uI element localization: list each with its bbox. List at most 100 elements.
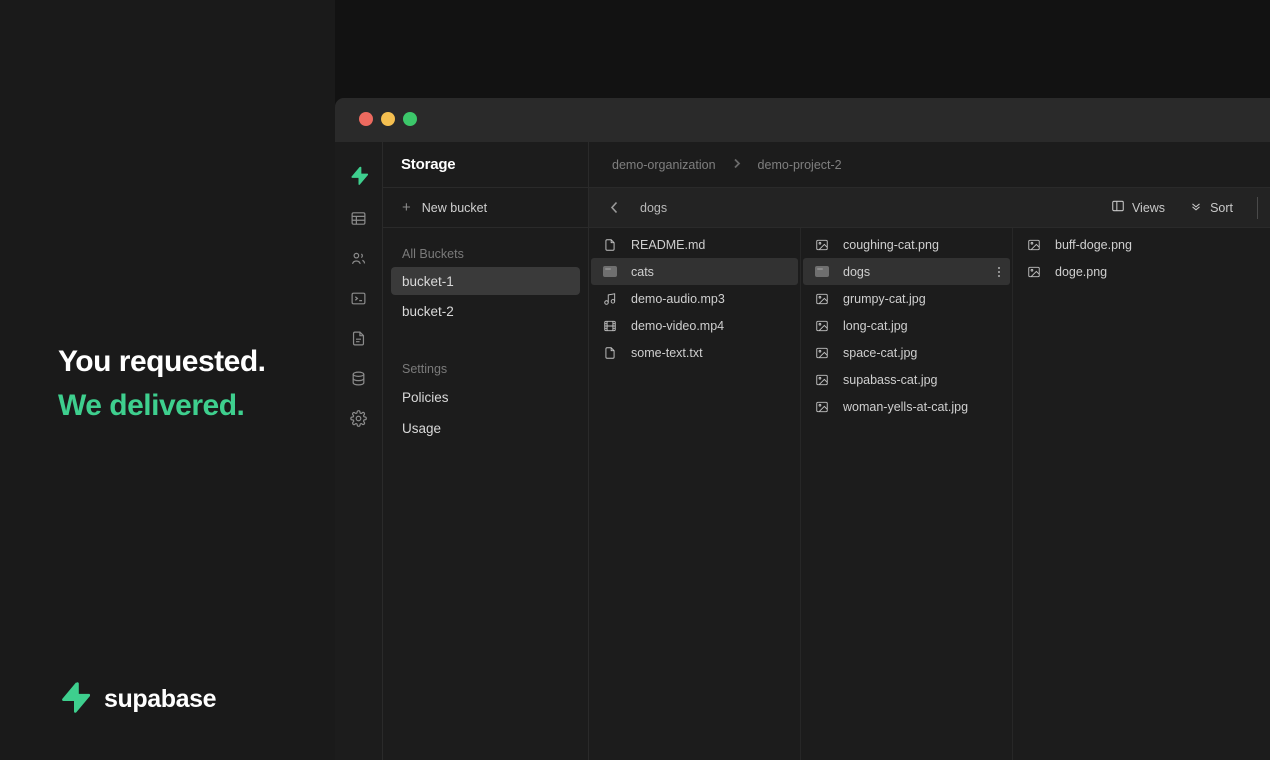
music-icon — [601, 292, 619, 306]
app-body: Storage + New bucket All Buckets bucket-… — [335, 142, 1270, 760]
file-row[interactable]: README.md — [591, 231, 798, 258]
image-icon — [813, 319, 831, 333]
settings-group-label: Settings — [383, 343, 588, 380]
sidebar-item-usage[interactable]: Usage — [391, 414, 580, 442]
file-row[interactable]: cats — [591, 258, 798, 285]
views-label: Views — [1132, 201, 1165, 215]
folder-icon — [601, 266, 619, 277]
file-row[interactable]: space-cat.jpg — [803, 339, 1010, 366]
minimize-light-icon[interactable] — [381, 112, 395, 126]
file-row[interactable]: dogs — [803, 258, 1010, 285]
close-light-icon[interactable] — [359, 112, 373, 126]
page-title-text: Storage — [401, 156, 455, 173]
cats-column: coughing-cat.png dogs grumpy-cat.jpg long-c… — [801, 228, 1013, 760]
file-row[interactable]: supabass-cat.jpg — [803, 366, 1010, 393]
api-docs-file-icon[interactable] — [335, 318, 383, 358]
icon-rail — [335, 142, 383, 760]
sort-button[interactable]: Sort — [1177, 195, 1245, 221]
file-row[interactable]: some-text.txt — [591, 339, 798, 366]
current-path-label: dogs — [640, 201, 667, 215]
file-name: doge.png — [1055, 265, 1107, 279]
sidebar-item-policies[interactable]: Policies — [391, 383, 580, 411]
file-icon — [601, 238, 619, 252]
file-columns: README.md cats demo-audio.mp3 demo-video.mp… — [589, 228, 1270, 760]
promo-headline: You requested. We delivered. — [58, 340, 338, 428]
image-icon — [813, 346, 831, 360]
storage-explorer: demo-organization demo-project-2 do — [589, 142, 1270, 760]
settings-gear-icon[interactable] — [335, 398, 383, 438]
breadcrumb: demo-organization demo-project-2 — [589, 142, 1270, 188]
file-row[interactable]: demo-audio.mp3 — [591, 285, 798, 312]
page-title: Storage — [383, 142, 588, 188]
file-name: long-cat.jpg — [843, 319, 908, 333]
plus-icon: + — [402, 200, 411, 215]
dogs-column: buff-doge.png doge.png — [1013, 228, 1225, 760]
sidebar-item-label: Policies — [402, 390, 449, 405]
file-name: cats — [631, 265, 654, 279]
bucket-label: bucket-2 — [402, 304, 454, 319]
columns-panel-icon — [1111, 199, 1125, 216]
supabase-brand: supabase — [58, 681, 216, 718]
database-icon[interactable] — [335, 358, 383, 398]
bucket-item-bucket-2[interactable]: bucket-2 — [391, 297, 580, 325]
file-row[interactable]: demo-video.mp4 — [591, 312, 798, 339]
image-icon — [1025, 265, 1043, 279]
bucket-item-bucket-1[interactable]: bucket-1 — [391, 267, 580, 295]
sort-label: Sort — [1210, 201, 1233, 215]
sql-editor-terminal-icon[interactable] — [335, 278, 383, 318]
sidebar-item-label: Usage — [402, 421, 441, 436]
bucket-root-column: README.md cats demo-audio.mp3 demo-video.mp… — [589, 228, 801, 760]
image-icon — [1025, 238, 1043, 252]
file-row[interactable]: grumpy-cat.jpg — [803, 285, 1010, 312]
file-name: some-text.txt — [631, 346, 703, 360]
all-buckets-group-label: All Buckets — [383, 228, 588, 265]
chevron-right-icon — [733, 158, 741, 172]
file-name: dogs — [843, 265, 870, 279]
supabase-wordmark: supabase — [104, 685, 216, 714]
views-button[interactable]: Views — [1099, 195, 1177, 221]
file-name: demo-video.mp4 — [631, 319, 724, 333]
image-icon — [813, 238, 831, 252]
table-editor-icon[interactable] — [335, 198, 383, 238]
traffic-lights — [359, 112, 417, 126]
chevron-left-icon[interactable] — [601, 195, 627, 221]
file-row[interactable]: doge.png — [1015, 258, 1223, 285]
new-bucket-button[interactable]: + New bucket — [383, 188, 588, 228]
new-bucket-label: New bucket — [422, 201, 487, 215]
toolbar-divider — [1257, 197, 1258, 219]
file-row[interactable]: woman-yells-at-cat.jpg — [803, 393, 1010, 420]
breadcrumb-organization[interactable]: demo-organization — [612, 158, 716, 172]
chevrons-down-icon — [1189, 199, 1203, 216]
file-row[interactable]: coughing-cat.png — [803, 231, 1010, 258]
promo-panel: You requested. We delivered. supabase — [0, 0, 335, 760]
promo-line-1: You requested. — [58, 340, 338, 384]
file-name: woman-yells-at-cat.jpg — [843, 400, 968, 414]
image-icon — [813, 400, 831, 414]
folder-icon — [813, 266, 831, 277]
file-row[interactable]: buff-doge.png — [1015, 231, 1223, 258]
buckets-panel: Storage + New bucket All Buckets bucket-… — [383, 142, 589, 760]
file-row[interactable]: long-cat.jpg — [803, 312, 1010, 339]
file-name: space-cat.jpg — [843, 346, 917, 360]
supabase-lightning-icon — [58, 681, 90, 718]
row-more-menu-icon[interactable] — [998, 267, 1002, 277]
file-icon — [601, 346, 619, 360]
file-name: grumpy-cat.jpg — [843, 292, 926, 306]
bucket-label: bucket-1 — [402, 274, 454, 289]
supabase-lightning-icon[interactable] — [335, 152, 383, 198]
toolbar-actions: Views Sort — [1099, 195, 1270, 221]
image-icon — [813, 292, 831, 306]
explorer-toolbar: dogs Views — [589, 188, 1270, 228]
file-name: buff-doge.png — [1055, 238, 1132, 252]
promo-line-2: We delivered. — [58, 384, 338, 428]
authentication-users-icon[interactable] — [335, 238, 383, 278]
maximize-light-icon[interactable] — [403, 112, 417, 126]
file-name: supabass-cat.jpg — [843, 373, 938, 387]
app-window: Storage + New bucket All Buckets bucket-… — [335, 98, 1270, 760]
file-name: README.md — [631, 238, 705, 252]
window-titlebar — [335, 98, 1270, 142]
screenshot-root: You requested. We delivered. supabase — [0, 0, 1270, 760]
breadcrumb-project[interactable]: demo-project-2 — [758, 158, 842, 172]
settings-group: Settings Policies Usage — [383, 343, 588, 442]
file-name: demo-audio.mp3 — [631, 292, 725, 306]
